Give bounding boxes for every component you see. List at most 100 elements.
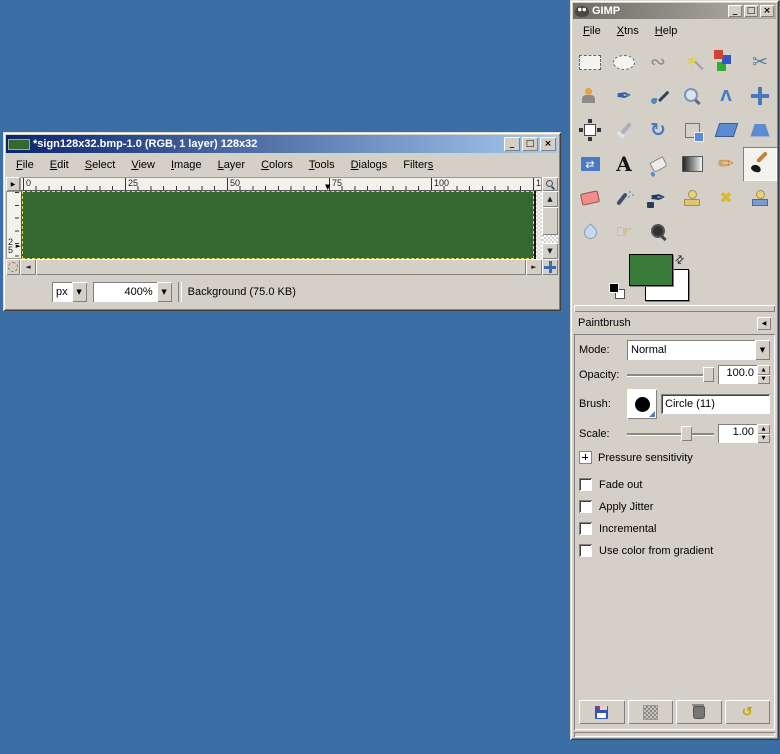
vertical-scroll-thumb[interactable] <box>542 207 558 235</box>
toolbox-minimize-button[interactable]: _ <box>728 5 742 17</box>
dock-separator-grip[interactable] <box>574 305 775 312</box>
clone-tool[interactable] <box>675 181 709 215</box>
reset-colors-icon[interactable] <box>609 283 625 299</box>
menu-view[interactable]: View <box>123 156 163 174</box>
zoom-dropdown[interactable]: 400% ▼ <box>93 282 172 302</box>
zoom-dropdown-arrow-icon[interactable]: ▼ <box>157 282 172 302</box>
incremental-checkbox[interactable] <box>579 522 592 535</box>
smudge-tool[interactable]: ☞ <box>607 215 641 249</box>
opacity-spin-up-icon[interactable]: ▲ <box>757 365 770 375</box>
scroll-up-button[interactable]: ▲ <box>542 191 558 207</box>
horizontal-ruler[interactable]: 025507510012 ▼ <box>20 177 542 191</box>
scroll-left-button[interactable]: ◄ <box>20 259 36 275</box>
menu-image[interactable]: Image <box>163 156 210 174</box>
crop-tool[interactable] <box>607 113 641 147</box>
bucket-fill-tool[interactable] <box>641 147 675 181</box>
reset-tool-options-button[interactable]: ↺ <box>725 700 771 724</box>
foreground-color-swatch[interactable] <box>629 254 673 286</box>
perspective-tool[interactable] <box>743 113 777 147</box>
paintbrush-tool[interactable] <box>743 147 777 181</box>
navigation-button[interactable] <box>542 259 558 275</box>
canvas[interactable] <box>22 191 534 259</box>
color-picker-tool[interactable] <box>641 79 675 113</box>
ellipse-select-tool[interactable] <box>607 45 641 79</box>
horizontal-scrollbar[interactable]: ◄ ► <box>20 259 542 275</box>
pencil-tool[interactable]: ✏ <box>709 147 743 181</box>
maximize-button[interactable]: □ <box>522 137 538 151</box>
heal-tool[interactable]: ✖ <box>709 181 743 215</box>
dodge-burn-tool[interactable] <box>641 215 675 249</box>
delete-tool-options-button[interactable] <box>676 700 722 724</box>
zoom-fit-button[interactable] <box>542 177 558 191</box>
menu-file[interactable]: File <box>8 156 42 174</box>
ruler-menu-button[interactable]: ▶ <box>6 177 20 191</box>
fuzzy-select-tool[interactable]: ✶ <box>675 45 709 79</box>
save-tool-options-button[interactable] <box>579 700 625 724</box>
shear-tool[interactable] <box>709 113 743 147</box>
menu-layer[interactable]: Layer <box>210 156 254 174</box>
menu-colors[interactable]: Colors <box>253 156 301 174</box>
mode-dropdown[interactable]: Normal ▼ <box>627 340 770 360</box>
menu-select[interactable]: Select <box>77 156 124 174</box>
opacity-spinner[interactable]: 100.0 ▲ ▼ <box>718 365 770 384</box>
opacity-slider[interactable] <box>627 366 714 383</box>
foreground-select-tool[interactable] <box>573 79 607 113</box>
scale-spin-up-icon[interactable]: ▲ <box>757 424 770 434</box>
select-by-color-tool[interactable] <box>709 45 743 79</box>
rect-select-tool[interactable] <box>573 45 607 79</box>
collapse-menu-button[interactable]: ◀ <box>757 317 771 330</box>
toolbox-titlebar[interactable]: GIMP _ □ × <box>573 3 776 19</box>
move-tool[interactable] <box>743 79 777 113</box>
vertical-ruler[interactable]: 25 ► <box>6 191 22 259</box>
brush-name-field[interactable]: Circle (11) <box>661 394 770 414</box>
toolbox-close-button[interactable]: × <box>760 5 774 17</box>
restore-tool-options-button[interactable] <box>628 700 674 724</box>
menu-edit[interactable]: Edit <box>42 156 77 174</box>
scale-spin-down-icon[interactable]: ▼ <box>757 434 770 444</box>
eraser-tool[interactable] <box>573 181 607 215</box>
scale-slider-thumb[interactable] <box>681 426 692 441</box>
mode-dropdown-arrow-icon[interactable]: ▼ <box>755 340 770 360</box>
expander-plus-icon[interactable] <box>579 451 592 464</box>
menu-help[interactable]: Help <box>647 22 686 40</box>
use-color-from-gradient-checkbox[interactable] <box>579 544 592 557</box>
image-window-titlebar[interactable]: *sign128x32.bmp-1.0 (RGB, 1 layer) 128x3… <box>6 135 558 153</box>
measure-tool[interactable]: Λ <box>709 79 743 113</box>
text-tool[interactable]: A <box>607 147 641 181</box>
opacity-slider-thumb[interactable] <box>703 367 714 382</box>
menu-file[interactable]: File <box>575 22 609 40</box>
align-tool[interactable] <box>573 113 607 147</box>
menu-dialogs[interactable]: Dialogs <box>343 156 396 174</box>
scroll-right-button[interactable]: ► <box>526 259 542 275</box>
pressure-sensitivity-expander[interactable]: Pressure sensitivity <box>579 451 770 464</box>
scale-spinner[interactable]: 1.00 ▲ ▼ <box>718 424 770 443</box>
menu-xtns[interactable]: Xtns <box>609 22 647 40</box>
scissors-tool[interactable]: ✂ <box>743 45 777 79</box>
flip-tool[interactable]: ⇄ <box>573 147 607 181</box>
ink-tool[interactable]: ✒ <box>641 181 675 215</box>
minimize-button[interactable]: _ <box>504 137 520 151</box>
close-button[interactable]: × <box>540 137 556 151</box>
horizontal-scroll-thumb[interactable] <box>36 259 526 275</box>
blur-sharpen-tool[interactable] <box>573 215 607 249</box>
paths-tool[interactable]: ✒ <box>607 79 641 113</box>
rotate-tool[interactable]: ↻ <box>641 113 675 147</box>
toolbox-maximize-button[interactable]: □ <box>744 5 758 17</box>
opacity-spin-down-icon[interactable]: ▼ <box>757 375 770 385</box>
airbrush-tool[interactable] <box>607 181 641 215</box>
quick-mask-toggle[interactable] <box>6 259 20 275</box>
unit-dropdown-arrow-icon[interactable]: ▼ <box>72 282 87 302</box>
gradient-tool[interactable] <box>675 147 709 181</box>
apply-jitter-checkbox[interactable] <box>579 500 592 513</box>
scroll-down-button[interactable]: ▼ <box>542 243 558 259</box>
menu-tools[interactable]: Tools <box>301 156 343 174</box>
free-select-tool[interactable]: ∾ <box>641 45 675 79</box>
zoom-tool[interactable] <box>675 79 709 113</box>
fade-out-checkbox[interactable] <box>579 478 592 491</box>
vertical-scrollbar[interactable]: ▲ ▼ <box>542 191 558 259</box>
perspective-clone-tool[interactable] <box>743 181 777 215</box>
scale-tool[interactable] <box>675 113 709 147</box>
swap-colors-icon[interactable]: ⇄ <box>672 252 688 268</box>
unit-dropdown[interactable]: px ▼ <box>52 282 87 302</box>
brush-preview-button[interactable] <box>627 389 657 419</box>
